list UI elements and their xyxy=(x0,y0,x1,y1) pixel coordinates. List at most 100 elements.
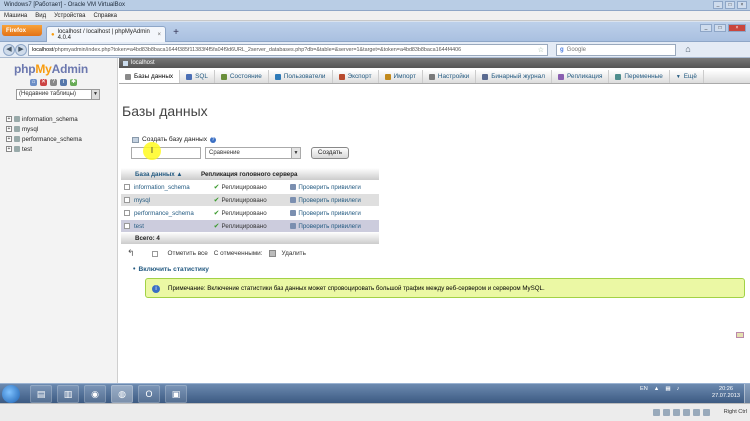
clock-time: 20:26 xyxy=(719,386,733,392)
expand-icon[interactable]: + xyxy=(6,136,12,142)
tab-more[interactable]: ▼ Ещё xyxy=(670,70,704,83)
tab-import[interactable]: Импорт xyxy=(379,70,423,83)
vbox-menu-view[interactable]: Вид xyxy=(35,13,46,19)
cd-icon[interactable] xyxy=(663,409,670,416)
select-all-label[interactable]: Отметить все xyxy=(168,250,208,257)
google-icon: g xyxy=(560,47,564,53)
usb-icon[interactable] xyxy=(673,409,680,416)
home-quick-icon[interactable]: ⌂ xyxy=(30,79,37,86)
clock[interactable]: 20:26 27.07.2013 xyxy=(712,386,740,400)
url-bar[interactable]: localhost /phpmyadmin/index.php?token=a4… xyxy=(28,44,548,56)
vbox-status-bar: Right Ctrl xyxy=(0,403,750,421)
tab-users[interactable]: Пользователи xyxy=(269,70,333,83)
check-privileges-link[interactable]: Проверить привилеги xyxy=(290,184,379,191)
start-button[interactable] xyxy=(2,385,20,403)
expand-icon[interactable]: + xyxy=(6,126,12,132)
mouse-integration-icon[interactable] xyxy=(703,409,710,416)
settings-gear-icon[interactable]: ✱ xyxy=(70,79,77,86)
vbox-menu-devices[interactable]: Устройства xyxy=(54,13,85,19)
row-checkbox[interactable] xyxy=(124,184,130,190)
firefox-menu-button[interactable]: Firefox xyxy=(2,25,42,36)
privileges-icon xyxy=(290,197,297,203)
tab-close-icon[interactable]: × xyxy=(157,32,161,38)
language-indicator[interactable]: EN xyxy=(640,386,648,392)
tab-databases[interactable]: Базы данных xyxy=(119,70,181,83)
tab-sql[interactable]: SQL xyxy=(180,70,215,83)
table-row: information_schema ✔ Реплицировано Провер… xyxy=(121,180,379,193)
logout-icon[interactable]: ✕ xyxy=(40,79,47,86)
vbox-menu-help[interactable]: Справка xyxy=(93,13,117,19)
check-privileges-link[interactable]: Проверить привилеги xyxy=(290,197,379,204)
tray-arrow-icon[interactable]: ▲ xyxy=(654,386,660,392)
tab-settings[interactable]: Настройки xyxy=(423,70,477,83)
vbox-window-controls: _ □ × xyxy=(713,1,747,9)
db-name-link[interactable]: performance_schema xyxy=(134,210,214,217)
help-icon[interactable]: ? xyxy=(210,136,217,143)
delete-icon[interactable] xyxy=(268,250,276,257)
create-database-button[interactable]: Создать xyxy=(311,147,349,159)
tree-db-mysql[interactable]: + mysql xyxy=(6,124,82,134)
folder-taskbar-icon[interactable]: ▥ xyxy=(57,385,79,403)
home-icon[interactable]: ⌂ xyxy=(682,44,694,56)
shared-folder-icon[interactable] xyxy=(693,409,700,416)
phpmyadmin-logo[interactable]: phpMyAdmin xyxy=(14,62,88,76)
chrome-taskbar-icon[interactable]: ◉ xyxy=(84,385,106,403)
opera-taskbar-icon[interactable]: O xyxy=(138,385,160,403)
close-icon[interactable]: × xyxy=(737,1,747,9)
check-privileges-link[interactable]: Проверить привилеги xyxy=(290,223,379,230)
delete-button[interactable]: Удалить xyxy=(282,250,306,257)
db-name-link[interactable]: information_schema xyxy=(134,184,214,191)
browser-minimize-icon[interactable]: _ xyxy=(700,24,712,32)
tab-export[interactable]: Экспорт xyxy=(333,70,379,83)
new-db-name-input[interactable] xyxy=(131,147,201,159)
table-header: База данных ▲ Репликация головного серве… xyxy=(121,168,379,180)
tab-variables[interactable]: Переменные xyxy=(609,70,670,83)
forward-arrow-icon[interactable]: ▶ xyxy=(15,44,27,56)
row-checkbox[interactable] xyxy=(124,197,130,203)
sql-query-icon[interactable]: ? xyxy=(50,79,57,86)
network-taskbar-icon[interactable]: ▣ xyxy=(165,385,187,403)
network-adapter-icon[interactable] xyxy=(683,409,690,416)
tab-title: localhost / localhost | phpMyAdmin 4.0.4 xyxy=(57,28,150,41)
volume-icon[interactable]: ♪ xyxy=(677,386,680,392)
page-settings-icon[interactable] xyxy=(736,332,744,338)
tree-db-information-schema[interactable]: + information_schema xyxy=(6,114,82,124)
row-checkbox[interactable] xyxy=(124,223,130,229)
col-replication-header: Репликация головного сервера xyxy=(201,170,298,178)
docs-icon[interactable]: i xyxy=(60,79,67,86)
browser-close-icon[interactable]: × xyxy=(728,24,746,32)
hdd-icon[interactable] xyxy=(653,409,660,416)
bookmark-star-icon[interactable]: ☆ xyxy=(538,46,544,54)
tab-status[interactable]: Состояние xyxy=(215,70,269,83)
expand-icon[interactable]: + xyxy=(6,146,12,152)
db-name-link[interactable]: test xyxy=(134,223,214,230)
tab-binlog[interactable]: Бинарный журнал xyxy=(476,70,552,83)
row-checkbox[interactable] xyxy=(124,210,130,216)
maximize-icon[interactable]: □ xyxy=(725,1,735,9)
expand-icon[interactable]: + xyxy=(6,116,12,122)
back-arrow-icon[interactable]: ◀ xyxy=(3,44,15,56)
breadcrumb-server[interactable]: localhost xyxy=(131,60,155,66)
recent-tables-select[interactable]: (Недавние таблицы) ▼ xyxy=(16,89,100,100)
tab-replication[interactable]: Репликация xyxy=(552,70,610,83)
db-name-link[interactable]: mysql xyxy=(134,197,214,204)
col-database-header[interactable]: База данных ▲ xyxy=(121,171,197,178)
collation-select[interactable]: Сравнение ▼ xyxy=(205,147,301,159)
show-desktop-button[interactable] xyxy=(744,384,750,404)
firefox-taskbar-icon[interactable]: ◍ xyxy=(111,385,133,403)
minimize-icon[interactable]: _ xyxy=(713,1,723,9)
browser-tab[interactable]: ● localhost / localhost | phpMyAdmin 4.0… xyxy=(46,26,166,42)
search-box[interactable]: g Google xyxy=(556,44,676,56)
new-tab-icon[interactable]: + xyxy=(170,27,182,39)
host-key-label: Right Ctrl xyxy=(723,409,747,415)
enable-statistics-link[interactable]: • Включить статистику xyxy=(133,266,209,273)
tree-db-test[interactable]: + test xyxy=(6,144,82,154)
create-db-label: Создать базу данных ? xyxy=(132,136,217,143)
check-privileges-link[interactable]: Проверить привилеги xyxy=(290,210,379,217)
vbox-menu-machine[interactable]: Машина xyxy=(4,13,27,19)
tree-db-performance-schema[interactable]: + performance_schema xyxy=(6,134,82,144)
explorer-taskbar-icon[interactable]: ▤ xyxy=(30,385,52,403)
browser-maximize-icon[interactable]: □ xyxy=(714,24,726,32)
select-all-checkbox[interactable] xyxy=(151,250,158,257)
network-icon[interactable]: ▦ xyxy=(665,386,670,392)
